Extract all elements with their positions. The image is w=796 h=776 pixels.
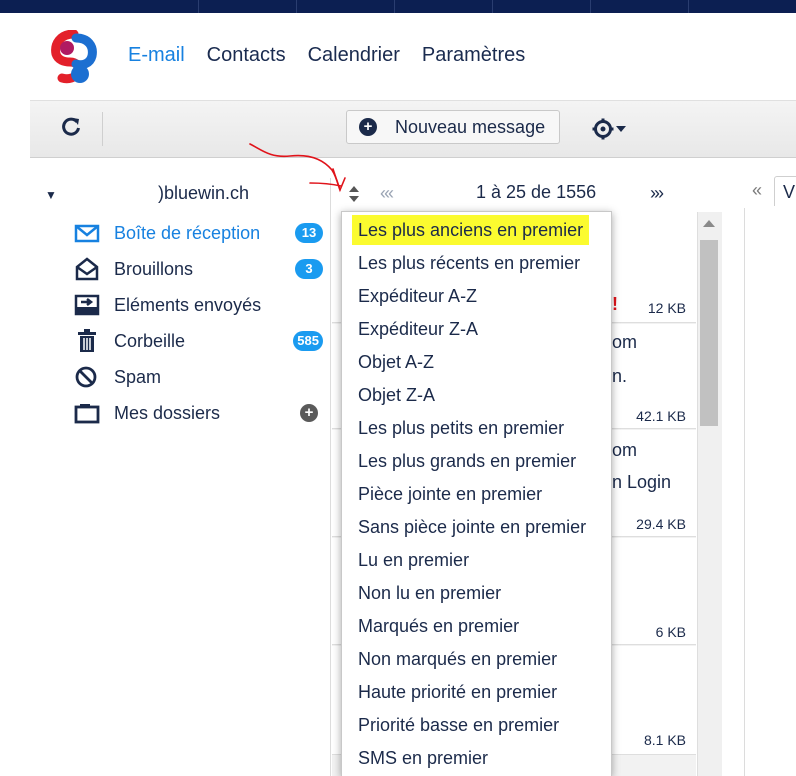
message-size: 6 KB [655,624,686,640]
message-size: 42.1 KB [636,408,686,424]
sort-option-low-priority-first[interactable]: Priorité basse en premier [358,710,559,740]
spam-icon [75,366,97,388]
gear-icon [592,118,614,140]
folder-label: Eléments envoyés [114,294,262,315]
pager-next-buttons[interactable]: ›» [650,183,664,204]
message-sender-peek: om [612,332,638,352]
sort-option-sender-za[interactable]: Expéditeur Z-A [358,314,478,344]
message-size: 29.4 KB [636,516,686,532]
account-collapse-icon[interactable]: ▼ [45,188,57,202]
sort-option-high-priority-first[interactable]: Haute priorité en premier [358,677,557,707]
sort-option-oldest-first[interactable]: Les plus anciens en premier [352,215,590,245]
sort-option-flagged-first[interactable]: Marqués en premier [358,611,519,641]
folder-label: Brouillons [114,258,194,279]
message-size: 8.1 KB [643,732,686,748]
folder-inbox[interactable]: Boîte de réception 13 [74,218,330,248]
sent-icon [74,294,100,316]
priority-icon: ! [612,294,618,314]
count-badge: 3 [295,259,323,279]
sort-option-sms-first[interactable]: SMS en premier [358,743,488,773]
sort-option-read-first[interactable]: Lu en premier [358,545,469,575]
toolbar-divider [102,112,103,146]
top-bar-divider [198,0,199,13]
new-message-button[interactable]: + Nouveau message [346,110,560,144]
sort-icon[interactable] [347,183,361,205]
sort-dropdown-menu: Les plus anciens en premier Les plus réc… [341,211,612,776]
collapse-reading-pane-icon[interactable]: « [752,180,762,201]
sort-option-subject-az[interactable]: Objet A-Z [358,347,434,377]
reading-pane [744,208,796,776]
count-badge: 585 [293,331,323,351]
main-nav: E-mail Contacts Calendrier Paramètres [128,44,547,67]
message-size: 12 KB [647,300,686,316]
folder-label: Spam [114,366,162,387]
sort-option-newest-first[interactable]: Les plus récents en premier [358,248,580,278]
swisscom-logo-icon[interactable] [50,30,98,86]
account-email[interactable]: )bluewin.ch [158,183,249,204]
scrollbar-thumb[interactable] [700,240,718,426]
nav-settings[interactable]: Paramètres [422,44,525,67]
folder-icon [74,404,100,424]
sort-option-largest-first[interactable]: Les plus grands en premier [358,446,576,476]
top-bar-divider [590,0,591,13]
drafts-icon [75,257,99,281]
plus-circle-icon: + [359,118,377,136]
sort-option-smallest-first[interactable]: Les plus petits en premier [358,413,564,443]
message-subject-peek: n Login [612,472,672,492]
unread-badge: 13 [295,223,323,243]
sort-option-attachment-first[interactable]: Pièce jointe en premier [358,479,542,509]
folder-spam[interactable]: Spam [74,362,330,392]
nav-email[interactable]: E-mail [128,44,185,67]
nav-calendar[interactable]: Calendrier [308,44,400,67]
folder-sent[interactable]: Eléments envoyés [74,290,330,320]
sidebar-divider [330,178,331,776]
folder-trash[interactable]: Corbeille 585 [74,326,330,356]
message-sender-peek: om [612,440,638,460]
folder-label: Boîte de réception [114,222,261,243]
settings-menu-button[interactable] [592,118,626,140]
sort-option-unflagged-first[interactable]: Non marqués en premier [358,644,557,674]
chevron-down-icon [616,126,626,132]
sort-option-unread-first[interactable]: Non lu en premier [358,578,501,608]
top-bar [0,0,796,13]
sort-option-no-attachment-first[interactable]: Sans pièce jointe en premier [358,512,586,542]
pager-prev-buttons[interactable]: «‹ [380,183,394,204]
folder-my-folders[interactable]: Mes dossiers + [74,398,330,428]
pager-range: 1 à 25 de 1556 [476,182,597,202]
nav-contacts[interactable]: Contacts [207,44,286,67]
top-bar-divider [492,0,493,13]
new-message-label: Nouveau message [395,116,546,137]
message-subject-peek: n. [612,366,628,386]
trash-icon [78,329,96,352]
top-bar-divider [394,0,395,13]
folder-label: Mes dossiers [114,402,221,423]
refresh-icon[interactable] [60,116,82,138]
reading-pane-tab[interactable]: V [774,176,796,206]
sort-option-subject-za[interactable]: Objet Z-A [358,380,435,410]
scroll-up-arrow-icon[interactable] [703,220,715,227]
top-bar-divider [296,0,297,13]
inbox-icon [74,224,100,243]
folder-label: Corbeille [114,330,186,351]
add-folder-icon[interactable]: + [300,404,318,422]
top-bar-divider [688,0,689,13]
folder-drafts[interactable]: Brouillons 3 [74,254,330,284]
sort-option-sender-az[interactable]: Expéditeur A-Z [358,281,477,311]
